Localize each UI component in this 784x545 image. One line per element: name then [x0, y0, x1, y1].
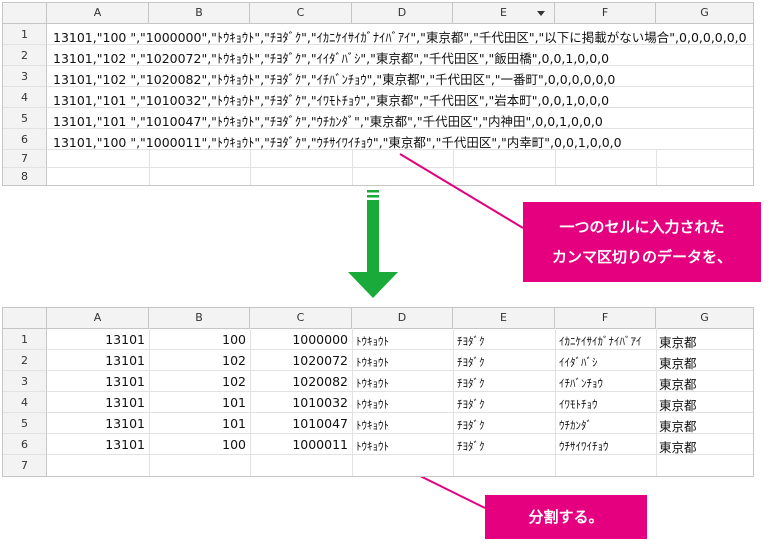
callout-pointer-top [399, 153, 524, 229]
column-header-a[interactable]: A [47, 308, 149, 328]
cell-e1[interactable]: ﾁﾖﾀﾞｸ [457, 333, 553, 349]
column-header-e[interactable]: E [453, 308, 555, 328]
cell-g1[interactable]: 東京都 [659, 332, 751, 351]
cell-f5[interactable]: ｳﾁｶﾝﾀﾞ [559, 417, 654, 433]
callout-line-2: カンマ区切りのデータを、 [551, 248, 732, 266]
cell-a4[interactable]: 13101 [49, 395, 145, 410]
cell-f4[interactable]: ｲﾜﾓﾄﾁｮｳ [559, 396, 654, 412]
row-header-7[interactable]: 7 [3, 455, 47, 476]
cell-d1[interactable]: ﾄｳｷｮｳﾄ [356, 333, 451, 349]
column-header-d[interactable]: D [352, 308, 453, 328]
cell-b2[interactable]: 102 [151, 353, 246, 368]
row-header-3[interactable]: 3 [3, 371, 47, 392]
callout-box-input: 一つのセルに入力された カンマ区切りのデータを、 [523, 202, 761, 282]
callout-box-split: 分割する。 [485, 495, 647, 539]
cell-b3[interactable]: 102 [151, 374, 246, 389]
column-header-f[interactable]: F [555, 308, 656, 328]
column-header-c[interactable]: C [250, 308, 352, 328]
spreadsheet-after: A B C D E F G 1 2 3 4 5 6 7 13101 100 10… [2, 307, 754, 477]
down-arrow-icon [348, 190, 398, 298]
column-header-b[interactable]: B [149, 308, 250, 328]
row-header-1[interactable]: 1 [3, 329, 47, 350]
cell-d3[interactable]: ﾄｳｷｮｳﾄ [356, 375, 451, 391]
column-header-g[interactable]: G [656, 308, 753, 328]
row-header-6[interactable]: 6 [3, 434, 47, 455]
cell-f6[interactable]: ｳﾁｻｲﾜｲﾁｮｳ [559, 438, 654, 454]
cell-e3[interactable]: ﾁﾖﾀﾞｸ [457, 375, 553, 391]
cell-c4[interactable]: 1010032 [252, 395, 348, 410]
cell-a5[interactable]: 13101 [49, 416, 145, 431]
cell-d4[interactable]: ﾄｳｷｮｳﾄ [356, 396, 451, 412]
cell-c1[interactable]: 1000000 [252, 332, 348, 347]
row-header-5[interactable]: 5 [3, 413, 47, 434]
cell-c5[interactable]: 1010047 [252, 416, 348, 431]
cell-a3[interactable]: 13101 [49, 374, 145, 389]
cell-d6[interactable]: ﾄｳｷｮｳﾄ [356, 438, 451, 454]
cell-e6[interactable]: ﾁﾖﾀﾞｸ [457, 438, 553, 454]
cell-g4[interactable]: 東京都 [659, 395, 751, 414]
row-header-2[interactable]: 2 [3, 350, 47, 371]
cell-f3[interactable]: ｲﾁﾊﾞﾝﾁｮｳ [559, 375, 654, 391]
cell-c6[interactable]: 1000011 [252, 437, 348, 452]
cell-g6[interactable]: 東京都 [659, 437, 751, 456]
cell-e4[interactable]: ﾁﾖﾀﾞｸ [457, 396, 553, 412]
cell-b5[interactable]: 101 [151, 416, 246, 431]
select-all-corner[interactable] [3, 308, 47, 328]
cell-a6[interactable]: 13101 [49, 437, 145, 452]
cell-b6[interactable]: 100 [151, 437, 246, 452]
cell-f1[interactable]: ｲｶﾆｹｲｻｲｶﾞﾅｲﾊﾞｱｲ [559, 333, 654, 349]
cell-e5[interactable]: ﾁﾖﾀﾞｸ [457, 417, 553, 433]
cell-b1[interactable]: 100 [151, 332, 246, 347]
cell-e2[interactable]: ﾁﾖﾀﾞｸ [457, 354, 553, 370]
cell-b4[interactable]: 101 [151, 395, 246, 410]
cell-g2[interactable]: 東京都 [659, 353, 751, 372]
cell-g3[interactable]: 東京都 [659, 374, 751, 393]
cell-f2[interactable]: ｲｲﾀﾞﾊﾞｼ [559, 354, 654, 370]
cell-c3[interactable]: 1020082 [252, 374, 348, 389]
cell-d2[interactable]: ﾄｳｷｮｳﾄ [356, 354, 451, 370]
cell-a1[interactable]: 13101 [49, 332, 145, 347]
cell-a2[interactable]: 13101 [49, 353, 145, 368]
row-header-4[interactable]: 4 [3, 392, 47, 413]
cell-d5[interactable]: ﾄｳｷｮｳﾄ [356, 417, 451, 433]
cell-c2[interactable]: 1020072 [252, 353, 348, 368]
cell-g5[interactable]: 東京都 [659, 416, 751, 435]
callout-line-1: 一つのセルに入力された [559, 218, 725, 236]
